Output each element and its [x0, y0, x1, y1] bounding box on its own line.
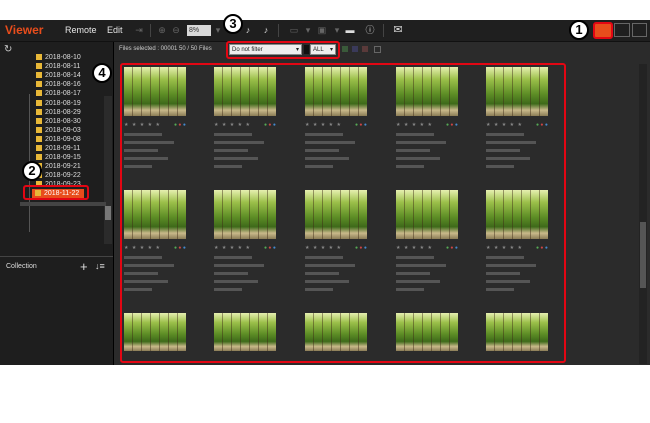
collection-bar: Collection + ↓≡	[0, 256, 113, 276]
zoom-in-icon[interactable]: ⊕	[156, 24, 168, 36]
folder-icon	[36, 81, 42, 88]
dropdown-icon[interactable]: ▾	[331, 24, 343, 36]
folder-item[interactable]: 2018-08-14	[36, 71, 81, 80]
files-selected-status: Files selected : 00001 50 / 50 Files	[119, 46, 212, 52]
callout-2-badge: 2	[22, 161, 42, 181]
toolbar-divider	[383, 24, 384, 37]
folder-icon	[36, 145, 42, 151]
callout-4-highlight	[120, 63, 566, 363]
transfer-icon[interactable]: ▣	[316, 24, 328, 36]
folder-label: 2018-09-11	[45, 145, 81, 152]
callout-1-highlight	[593, 22, 613, 39]
folder-label: 2018-08-10	[45, 54, 81, 61]
folder-item[interactable]: 2018-08-19	[36, 99, 81, 108]
callout-1-badge: 1	[569, 20, 589, 40]
folder-icon	[36, 72, 42, 79]
folder-item[interactable]: 2018-09-22	[36, 171, 81, 180]
folder-label: 2018-09-21	[45, 163, 81, 171]
compare-view-icon[interactable]	[632, 23, 647, 37]
folder-label: 2018-09-03	[45, 126, 81, 134]
folder-label: 2018-09-15	[45, 154, 81, 162]
folder-icon	[36, 108, 42, 115]
toolbar-divider	[278, 24, 279, 37]
folder-icon	[36, 154, 42, 161]
refresh-icon[interactable]: ↻	[4, 44, 12, 55]
grid-scrollbar[interactable]	[639, 64, 647, 364]
folder-label: 2018-08-16	[45, 81, 81, 89]
folder-icon	[36, 90, 42, 97]
dropdown-icon[interactable]: ▾	[302, 24, 314, 36]
folder-item[interactable]: 2018-09-03	[36, 126, 81, 135]
green-label-icon[interactable]	[342, 46, 348, 52]
folder-item[interactable]: 2018-09-15	[36, 153, 81, 162]
tree-hscrollbar[interactable]	[20, 202, 106, 206]
folder-item[interactable]: 2018-08-30	[36, 117, 81, 126]
folder-item[interactable]: 2018-08-10	[36, 53, 81, 62]
folder-label: 2018-09-08	[45, 135, 81, 143]
export-icon[interactable]: ⇥	[133, 24, 145, 36]
toolbar-divider	[150, 24, 151, 37]
zoom-input[interactable]: 8%	[187, 25, 211, 36]
rotate-left-icon[interactable]: ♪	[242, 24, 254, 36]
callout-3-badge: 3	[223, 14, 243, 34]
folder-icon	[36, 126, 42, 133]
callout-4-badge: 4	[92, 63, 112, 83]
callout-3-highlight	[226, 41, 340, 59]
folder-sidebar: ↻ 2018-08-10 2018-08-11 2018-08-14 2018-08-…	[0, 42, 114, 365]
tree-scroll-thumb[interactable]	[105, 206, 111, 220]
slideshow-icon[interactable]: ▭	[288, 24, 300, 36]
folder-label: 2018-08-17	[45, 90, 81, 98]
folder-item[interactable]: 2018-08-11	[36, 62, 80, 71]
folder-label: 2018-08-14	[45, 72, 81, 80]
info-icon[interactable]: ⓘ	[364, 24, 376, 36]
folder-icon	[36, 54, 42, 60]
folder-icon	[36, 117, 42, 124]
folder-item[interactable]: 2018-08-29	[36, 108, 81, 117]
collection-label: Collection	[6, 263, 37, 270]
folder-icon	[36, 135, 42, 142]
folder-label: 2018-08-29	[45, 108, 81, 116]
tree-scrollbar[interactable]	[104, 96, 112, 244]
blue-label-icon[interactable]	[352, 46, 358, 52]
grid-scroll-thumb[interactable]	[640, 222, 646, 288]
plus-icon[interactable]: +	[80, 259, 88, 274]
folder-label: 2018-08-11	[45, 63, 81, 71]
image-icon[interactable]: ▬	[344, 24, 356, 36]
mail-icon[interactable]: ✉	[392, 24, 404, 36]
sort-icon[interactable]: ↓≡	[95, 261, 105, 271]
folder-item[interactable]: 2018-09-11	[36, 144, 80, 153]
rotate-right-icon[interactable]: ♪	[260, 24, 272, 36]
folder-icon	[36, 99, 42, 106]
menu-remote[interactable]: Remote	[65, 25, 97, 35]
toolbar: Viewer Remote Edit ⇥ ⊕ ⊖ 8% ▾ ♪ ♪ ▭ ▾ ▣ …	[0, 20, 650, 42]
list-view-icon[interactable]	[614, 23, 630, 37]
zoom-out-icon[interactable]: ⊖	[170, 24, 182, 36]
app-title: Viewer	[5, 23, 44, 37]
red-label-icon[interactable]	[362, 46, 368, 52]
folder-label: 2018-08-19	[45, 99, 81, 107]
folder-item[interactable]: 2018-09-08	[36, 135, 81, 144]
folder-item[interactable]: 2018-09-21	[36, 162, 81, 171]
clear-filter-icon[interactable]	[374, 46, 381, 53]
folder-label: 2018-08-30	[45, 117, 81, 125]
folder-item[interactable]: 2018-08-17	[36, 89, 81, 98]
folder-label: 2018-09-22	[45, 172, 81, 180]
folder-icon	[36, 63, 42, 70]
menu-edit[interactable]: Edit	[107, 25, 123, 35]
folder-item[interactable]: 2018-08-16	[36, 80, 81, 89]
callout-2-highlight	[23, 185, 89, 200]
